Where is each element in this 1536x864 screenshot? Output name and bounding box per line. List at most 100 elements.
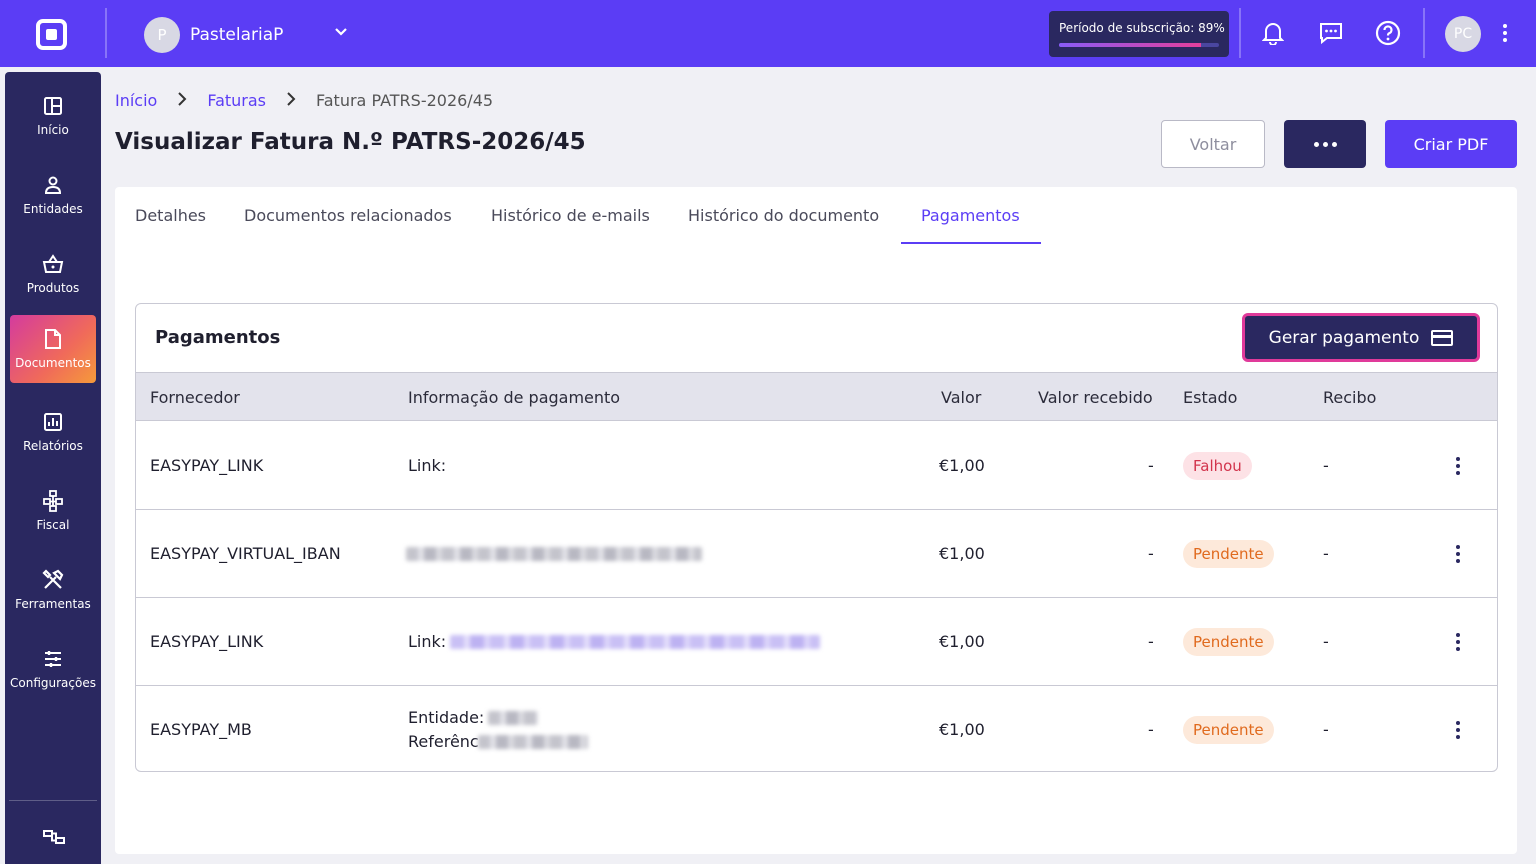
chevron-right-icon xyxy=(177,91,187,110)
column-header[interactable]: Valor recebido xyxy=(1038,388,1153,407)
sidebar-item-label: Documentos xyxy=(15,356,91,370)
sliders-icon xyxy=(42,648,64,670)
value-cell: €1,00 xyxy=(939,720,985,739)
tab-historico-emails[interactable]: Histórico de e-mails xyxy=(491,206,650,244)
hierarchy-icon xyxy=(42,490,64,512)
main-card: Detalhes Documentos relacionados Históri… xyxy=(115,187,1517,854)
status-badge: Falhou xyxy=(1183,452,1252,480)
receipt-cell: - xyxy=(1323,632,1329,651)
received-cell: - xyxy=(1148,632,1154,651)
tab-historico-documento[interactable]: Histórico do documento xyxy=(688,206,879,244)
receipt-cell: - xyxy=(1323,720,1329,739)
sidebar-item-label: Fiscal xyxy=(36,518,70,532)
sidebar-item-fiscal[interactable]: Fiscal xyxy=(10,477,96,545)
column-header[interactable]: Valor xyxy=(941,388,981,407)
tools-icon xyxy=(42,569,64,591)
more-actions-button[interactable] xyxy=(1284,120,1366,168)
redacted-payment-info xyxy=(406,547,702,561)
breadcrumb-link-faturas[interactable]: Faturas xyxy=(207,91,266,110)
sidebar-divider xyxy=(9,800,97,801)
column-header[interactable]: Fornecedor xyxy=(150,388,240,407)
row-more-icon[interactable] xyxy=(1450,454,1466,478)
company-avatar[interactable]: P xyxy=(144,17,180,53)
chevron-down-icon[interactable] xyxy=(333,24,349,44)
divider xyxy=(1423,8,1425,58)
bell-icon[interactable] xyxy=(1260,20,1286,46)
redacted-reference xyxy=(478,735,588,749)
received-cell: - xyxy=(1148,544,1154,563)
sidebar-item-inicio[interactable]: Início xyxy=(10,82,96,150)
credit-card-icon xyxy=(1431,329,1454,346)
chart-icon xyxy=(42,411,64,433)
help-icon[interactable] xyxy=(1375,20,1401,46)
status-badge: Pendente xyxy=(1183,716,1274,744)
sidebar-item-ferramentas[interactable]: Ferramentas xyxy=(10,556,96,624)
sidebar-item-produtos[interactable]: Produtos xyxy=(10,240,96,308)
generate-payment-button[interactable]: Gerar pagamento xyxy=(1242,313,1480,362)
more-vertical-icon[interactable] xyxy=(1497,20,1513,46)
user-avatar[interactable]: PC xyxy=(1445,16,1481,52)
subscription-label: Período de subscrição: 89% xyxy=(1059,21,1225,35)
tab-detalhes[interactable]: Detalhes xyxy=(135,206,206,244)
subscription-status[interactable]: Período de subscrição: 89% xyxy=(1049,11,1229,57)
chevron-right-icon xyxy=(286,91,296,110)
received-cell: - xyxy=(1148,456,1154,475)
company-name[interactable]: PastelariaP xyxy=(190,25,283,45)
row-more-icon[interactable] xyxy=(1450,542,1466,566)
received-cell: - xyxy=(1148,720,1154,739)
divider xyxy=(1239,8,1241,58)
user-icon xyxy=(42,174,64,196)
value-cell: €1,00 xyxy=(939,456,985,475)
top-bar: P PastelariaP Período de subscrição: 89%… xyxy=(0,0,1536,67)
column-header[interactable]: Estado xyxy=(1183,388,1237,407)
sidebar-item-label: Produtos xyxy=(26,281,80,295)
payment-info-cell: Link: xyxy=(408,632,447,651)
sidebar-item-documentos[interactable]: Documentos xyxy=(10,315,96,383)
sidebar-item-label: Configurações xyxy=(10,676,96,690)
document-icon xyxy=(42,328,64,350)
tab-pagamentos[interactable]: Pagamentos xyxy=(921,206,1020,244)
payment-info-reference: Referênc xyxy=(408,732,479,751)
provider-cell: EASYPAY_LINK xyxy=(150,456,264,475)
table-row[interactable]: EASYPAY_MB Entidade: Referênc €1,00 - Pe… xyxy=(136,686,1497,771)
active-tab-indicator xyxy=(901,242,1041,244)
payments-panel: Pagamentos Gerar pagamento Fornecedor In… xyxy=(135,303,1498,772)
table-header: Fornecedor Informação de pagamento Valor… xyxy=(136,372,1497,421)
divider xyxy=(105,8,107,58)
row-more-icon[interactable] xyxy=(1450,630,1466,654)
value-cell: €1,00 xyxy=(939,544,985,563)
chat-icon[interactable] xyxy=(1318,20,1344,46)
create-pdf-button[interactable]: Criar PDF xyxy=(1385,120,1517,168)
column-header[interactable]: Recibo xyxy=(1323,388,1376,407)
subscription-progress-fill xyxy=(1059,43,1202,47)
sidebar-item-label: Início xyxy=(37,123,69,137)
payment-info-cell: Link: xyxy=(408,456,447,475)
redacted-entity xyxy=(488,711,538,725)
provider-cell: EASYPAY_VIRTUAL_IBAN xyxy=(150,544,341,563)
sidebar-item-configuracoes[interactable]: Configurações xyxy=(10,635,96,703)
subscription-progress-bar xyxy=(1059,43,1219,47)
column-header[interactable]: Informação de pagamento xyxy=(408,388,620,407)
sidebar-item-entidades[interactable]: Entidades xyxy=(10,161,96,229)
sidebar-item-relatorios[interactable]: Relatórios xyxy=(10,398,96,466)
provider-cell: EASYPAY_LINK xyxy=(150,632,264,651)
row-more-icon[interactable] xyxy=(1450,718,1466,742)
back-button[interactable]: Voltar xyxy=(1161,120,1265,168)
sidebar: Início Entidades Produtos Documentos Rel… xyxy=(5,72,101,864)
breadcrumb-current: Fatura PATRS-2026/45 xyxy=(316,91,494,110)
provider-cell: EASYPAY_MB xyxy=(150,720,252,739)
table-row[interactable]: EASYPAY_VIRTUAL_IBAN €1,00 - Pendente - xyxy=(136,510,1497,598)
status-badge: Pendente xyxy=(1183,540,1274,568)
status-badge: Pendente xyxy=(1183,628,1274,656)
receipt-cell: - xyxy=(1323,544,1329,563)
logo-icon[interactable] xyxy=(36,19,67,50)
page-title: Visualizar Fatura N.º PATRS-2026/45 xyxy=(115,129,586,155)
redacted-payment-link[interactable] xyxy=(450,635,820,649)
table-row[interactable]: EASYPAY_LINK Link: €1,00 - Pendente - xyxy=(136,598,1497,686)
integrations-icon[interactable] xyxy=(41,824,67,850)
table-row[interactable]: EASYPAY_LINK Link: €1,00 - Falhou - xyxy=(136,422,1497,510)
breadcrumb: Início Faturas Fatura PATRS-2026/45 xyxy=(115,91,493,110)
breadcrumb-link-inicio[interactable]: Início xyxy=(115,91,157,110)
tab-documentos-relacionados[interactable]: Documentos relacionados xyxy=(244,206,452,244)
more-horizontal-icon xyxy=(1313,141,1319,147)
